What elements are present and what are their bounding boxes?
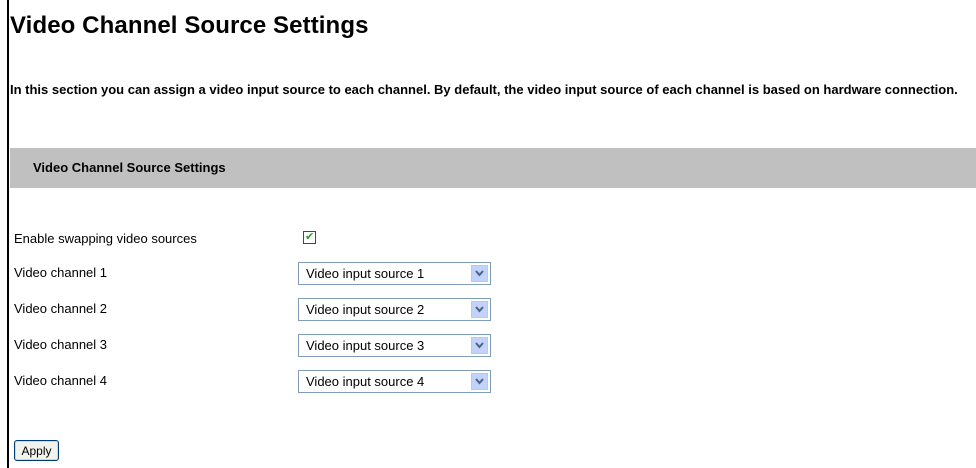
chevron-down-icon[interactable] [471, 373, 488, 390]
apply-button[interactable]: Apply [14, 440, 59, 461]
video-channel-3-select[interactable]: Video input source 3 [298, 334, 491, 357]
video-channel-2-select[interactable]: Video input source 2 [298, 298, 491, 321]
chevron-down-icon[interactable] [471, 265, 488, 282]
video-channel-3-value: Video input source 3 [306, 338, 425, 353]
video-channel-4-label: Video channel 4 [14, 373, 108, 388]
swap-sources-checkbox[interactable]: ✔ [303, 231, 316, 244]
video-channel-4-value: Video input source 4 [306, 374, 425, 389]
video-channel-1-select[interactable]: Video input source 1 [298, 262, 491, 285]
video-channel-2-label: Video channel 2 [14, 301, 108, 316]
video-channel-3-label: Video channel 3 [14, 337, 108, 352]
chevron-down-icon[interactable] [471, 301, 488, 318]
intro-text: In this section you can assign a video i… [10, 82, 958, 97]
checkmark-icon: ✔ [305, 231, 315, 243]
swap-sources-label: Enable swapping video sources [14, 231, 197, 246]
section-header: Video Channel Source Settings [10, 148, 976, 188]
video-channel-1-label: Video channel 1 [14, 265, 108, 280]
chevron-down-icon[interactable] [471, 337, 488, 354]
left-border-rule [7, 0, 9, 468]
video-channel-4-select[interactable]: Video input source 4 [298, 370, 491, 393]
video-channel-2-value: Video input source 2 [306, 302, 425, 317]
page-title: Video Channel Source Settings [10, 12, 369, 39]
video-channel-1-value: Video input source 1 [306, 266, 425, 281]
section-title: Video Channel Source Settings [33, 160, 226, 175]
